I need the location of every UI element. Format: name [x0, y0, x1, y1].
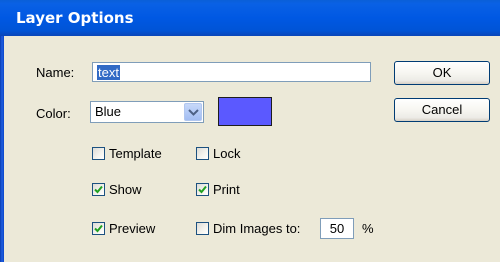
- show-checkbox[interactable]: [92, 183, 105, 196]
- window-frame-left: [0, 36, 4, 262]
- ok-button[interactable]: OK: [394, 61, 490, 85]
- chevron-down-icon: [188, 109, 199, 116]
- name-label: Name:: [36, 65, 75, 80]
- lock-checkbox[interactable]: [196, 147, 209, 160]
- percent-unit-label: %: [362, 221, 374, 236]
- dim-images-label: Dim Images to:: [213, 221, 301, 236]
- checkmark-icon: [94, 224, 103, 233]
- checkmark-icon: [198, 185, 207, 194]
- color-swatch[interactable]: [218, 97, 272, 126]
- cancel-button[interactable]: Cancel: [394, 98, 490, 122]
- dropdown-arrow-button[interactable]: [184, 103, 202, 121]
- print-checkbox[interactable]: [196, 183, 209, 196]
- preview-checkbox[interactable]: [92, 222, 105, 235]
- template-label: Template: [109, 146, 162, 161]
- dialog-title: Layer Options: [16, 9, 134, 27]
- color-select[interactable]: Blue: [90, 101, 204, 123]
- title-bar[interactable]: Layer Options: [0, 0, 500, 36]
- dim-images-percent-input[interactable]: 50: [320, 218, 354, 239]
- dim-images-checkbox[interactable]: [196, 222, 209, 235]
- color-label: Color:: [36, 106, 71, 121]
- color-select-value: Blue: [95, 104, 122, 119]
- template-checkbox[interactable]: [92, 147, 105, 160]
- layer-options-dialog: Layer Options Name: text Color: Blue OK …: [0, 0, 500, 262]
- name-input-value: text: [97, 65, 120, 80]
- show-label: Show: [109, 182, 142, 197]
- print-label: Print: [213, 182, 240, 197]
- lock-label: Lock: [213, 146, 241, 161]
- checkmark-icon: [94, 185, 103, 194]
- name-input[interactable]: text: [92, 62, 371, 82]
- preview-label: Preview: [109, 221, 156, 236]
